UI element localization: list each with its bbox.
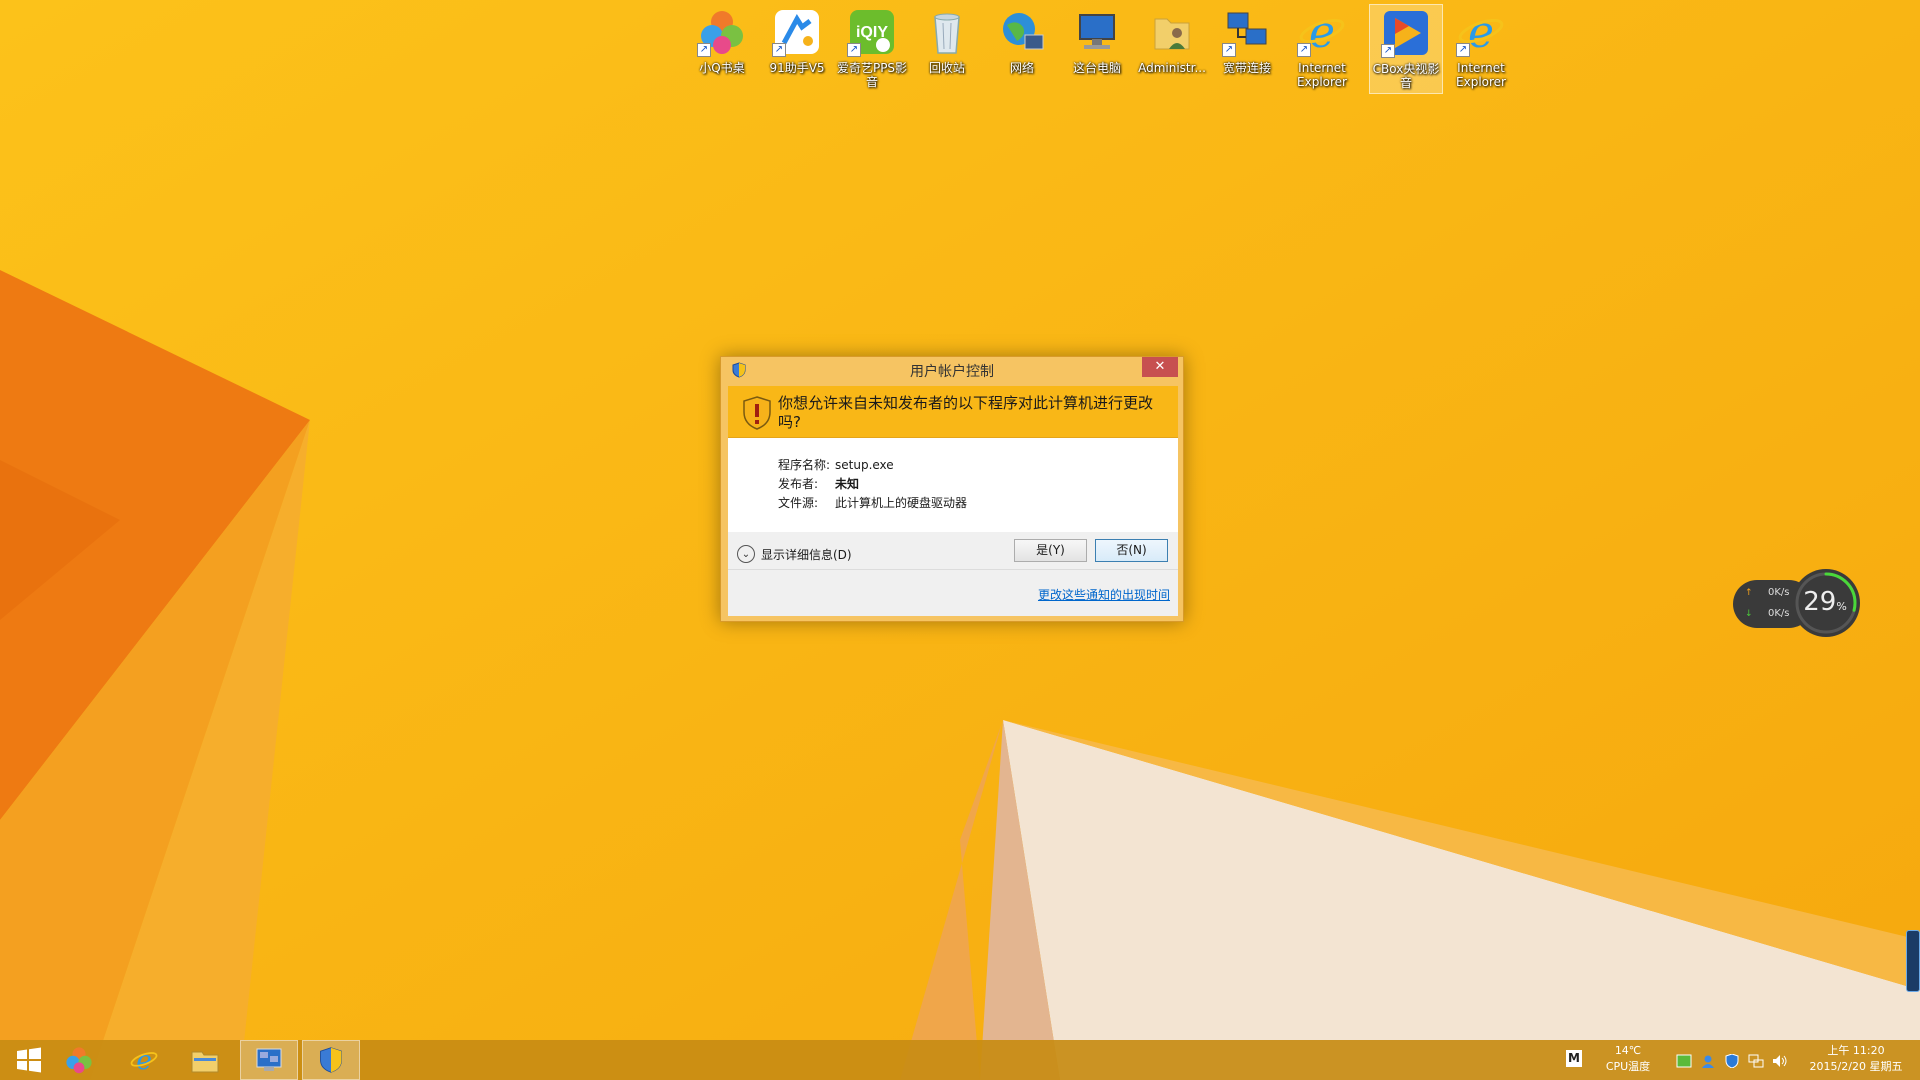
tray-user-icon[interactable]	[1700, 1053, 1716, 1068]
taskbar-ie[interactable]: e	[115, 1040, 173, 1080]
taskbar: e M 14℃ CPU温度 上午 11:20 2015/2/20 星期五	[0, 1040, 1920, 1080]
usage-percent-unit: %	[1836, 600, 1847, 613]
network-speed-widget[interactable]: ↑ 0K/s ↓ 0K/s 29%	[1733, 567, 1861, 639]
91-assistant-icon: ↗	[772, 7, 822, 57]
tray-security-shield-icon[interactable]	[1724, 1053, 1740, 1069]
file-origin-row: 文件源: 此计算机上的硬盘驱动器	[778, 494, 967, 513]
svg-text:e: e	[136, 1045, 152, 1075]
desktop-icon-label: 小Q书桌	[699, 61, 745, 75]
desktop-icon-broadband[interactable]: ↗ 宽带连接	[1210, 4, 1284, 94]
upload-speed: 0K/s	[1768, 587, 1790, 598]
cbox-player-icon: ↗	[1381, 8, 1431, 58]
usage-percent: 29%	[1795, 587, 1855, 617]
field-key: 程序名称:	[778, 458, 831, 472]
taskbar-xiaoq[interactable]	[50, 1040, 108, 1080]
clock-date: 2015/2/20 星期五	[1809, 1060, 1903, 1073]
show-details-label: 显示详细信息(D)	[761, 547, 852, 562]
uac-shield-icon	[320, 1047, 342, 1073]
start-windows-icon	[17, 1047, 41, 1073]
desktop-icon-network[interactable]: 网络	[985, 4, 1059, 94]
divider	[728, 569, 1178, 570]
uac-dialog: 用户帐户控制 ✕ 你想允许来自未知发布者的以下程序对此计算机进行更改吗? 程序名…	[720, 356, 1184, 622]
desktop-icon-administrator[interactable]: Administr...	[1135, 4, 1209, 94]
cpu-temp-label: CPU温度	[1605, 1060, 1651, 1073]
desktop-icon-label: 网络	[1009, 61, 1034, 75]
field-key: 文件源:	[778, 496, 819, 510]
warning-shield-icon	[742, 396, 772, 430]
this-pc-icon	[1072, 7, 1122, 57]
desktop-icon-label: Internet Explorer	[1456, 61, 1506, 89]
yes-button[interactable]: 是(Y)	[1014, 539, 1087, 562]
desktop-icon-ie-2[interactable]: e ↗ Internet Explorer	[1444, 4, 1518, 94]
tray-volume-icon[interactable]	[1772, 1053, 1788, 1067]
uac-program-info: 程序名称: setup.exe 发布者: 未知 文件源: 此计算机上的硬盘驱动器	[778, 456, 967, 513]
download-speed: 0K/s	[1768, 608, 1790, 619]
desktop-icon-recycle-bin[interactable]: 回收站	[910, 4, 984, 94]
ime-mode: M	[1566, 1050, 1582, 1067]
program-name-row: 程序名称: setup.exe	[778, 456, 967, 475]
desktop-icon-cbox[interactable]: ↗ CBox央视影音	[1369, 4, 1443, 94]
publisher-value: 未知	[835, 477, 860, 491]
chevron-down-icon: ⌄	[737, 545, 755, 563]
desktop-icon-label: CBox央视影音	[1372, 62, 1440, 90]
desktop-icon-label: 91助手V5	[769, 61, 825, 75]
xiaoq-desk-icon: ↗	[697, 7, 747, 57]
desktop-icon-ie-1[interactable]: e ↗ Internet Explorer	[1285, 4, 1359, 94]
taskbar-file-explorer[interactable]	[176, 1040, 234, 1080]
desktop-icon-xiaoq[interactable]: ↗ 小Q书桌	[685, 4, 759, 94]
uac-question: 你想允许来自未知发布者的以下程序对此计算机进行更改吗?	[778, 394, 1154, 431]
download-arrow-icon: ↓	[1745, 609, 1753, 619]
clock-time: 上午 11:20	[1827, 1044, 1885, 1057]
desktop-icon-this-pc[interactable]: 这台电脑	[1060, 4, 1134, 94]
uac-header: 你想允许来自未知发布者的以下程序对此计算机进行更改吗?	[728, 386, 1178, 438]
svg-text:e: e	[1309, 7, 1335, 57]
show-details-toggle[interactable]: ⌄ 显示详细信息(D)	[737, 545, 852, 563]
user-folder-icon	[1147, 7, 1197, 57]
no-button[interactable]: 否(N)	[1095, 539, 1168, 562]
iqiyi-pps-icon: iQIY ↗	[847, 7, 897, 57]
ime-indicator[interactable]: M	[1566, 1040, 1582, 1080]
desktop-icon-label: Internet Explorer	[1297, 61, 1347, 89]
network-globe-icon	[997, 7, 1047, 57]
uac-body: 你想允许来自未知发布者的以下程序对此计算机进行更改吗? 程序名称: setup.…	[728, 386, 1178, 616]
desktop-icon-iqiyi[interactable]: iQIY ↗ 爱奇艺PPS影音	[835, 4, 909, 94]
close-button[interactable]: ✕	[1142, 357, 1178, 377]
taskbar-network-connections[interactable]	[240, 1040, 298, 1080]
desktop-icon-label: 回收站	[928, 61, 965, 75]
desktop-icon-label: 这台电脑	[1072, 61, 1121, 75]
publisher-row: 发布者: 未知	[778, 475, 967, 494]
cpu-temperature[interactable]: 14℃ CPU温度	[1600, 1043, 1656, 1075]
field-key: 发布者:	[778, 477, 819, 491]
side-gadget[interactable]	[1906, 930, 1920, 992]
xiaoq-desk-icon	[66, 1047, 92, 1074]
tray-network-icon[interactable]	[1748, 1053, 1764, 1068]
program-name-value: setup.exe	[835, 458, 894, 472]
file-origin-value: 此计算机上的硬盘驱动器	[835, 496, 968, 510]
desktop-icon-91assistant[interactable]: ↗ 91助手V5	[760, 4, 834, 94]
desktop-icon-label: 宽带连接	[1222, 61, 1271, 75]
desktop-icon-label: 爱奇艺PPS影音	[836, 61, 908, 89]
cpu-temp-value: 14℃	[1614, 1044, 1642, 1057]
tray-app-icon[interactable]	[1676, 1053, 1692, 1068]
uac-titlebar[interactable]: 用户帐户控制 ✕	[721, 357, 1183, 383]
internet-explorer-icon: e ↗	[1456, 7, 1506, 58]
internet-explorer-icon: e	[130, 1045, 158, 1075]
svg-text:e: e	[1468, 7, 1494, 57]
file-explorer-icon	[191, 1051, 219, 1073]
recycle-bin-icon	[922, 7, 972, 57]
desktop-icon-label: Administr...	[1138, 61, 1206, 75]
uac-actions: ⌄ 显示详细信息(D) 是(Y) 否(N) 更改这些通知的出现时间	[728, 532, 1178, 616]
internet-explorer-icon: e ↗	[1297, 7, 1347, 58]
system-clock[interactable]: 上午 11:20 2015/2/20 星期五	[1796, 1043, 1916, 1075]
upload-arrow-icon: ↑	[1745, 588, 1753, 598]
broadband-connection-icon: ↗	[1222, 7, 1272, 57]
change-notification-link[interactable]: 更改这些通知的出现时间	[1038, 586, 1170, 603]
taskbar-uac[interactable]	[302, 1040, 360, 1080]
usage-percent-value: 29	[1803, 587, 1837, 617]
network-connections-icon	[256, 1048, 282, 1071]
uac-title: 用户帐户控制	[910, 364, 994, 380]
